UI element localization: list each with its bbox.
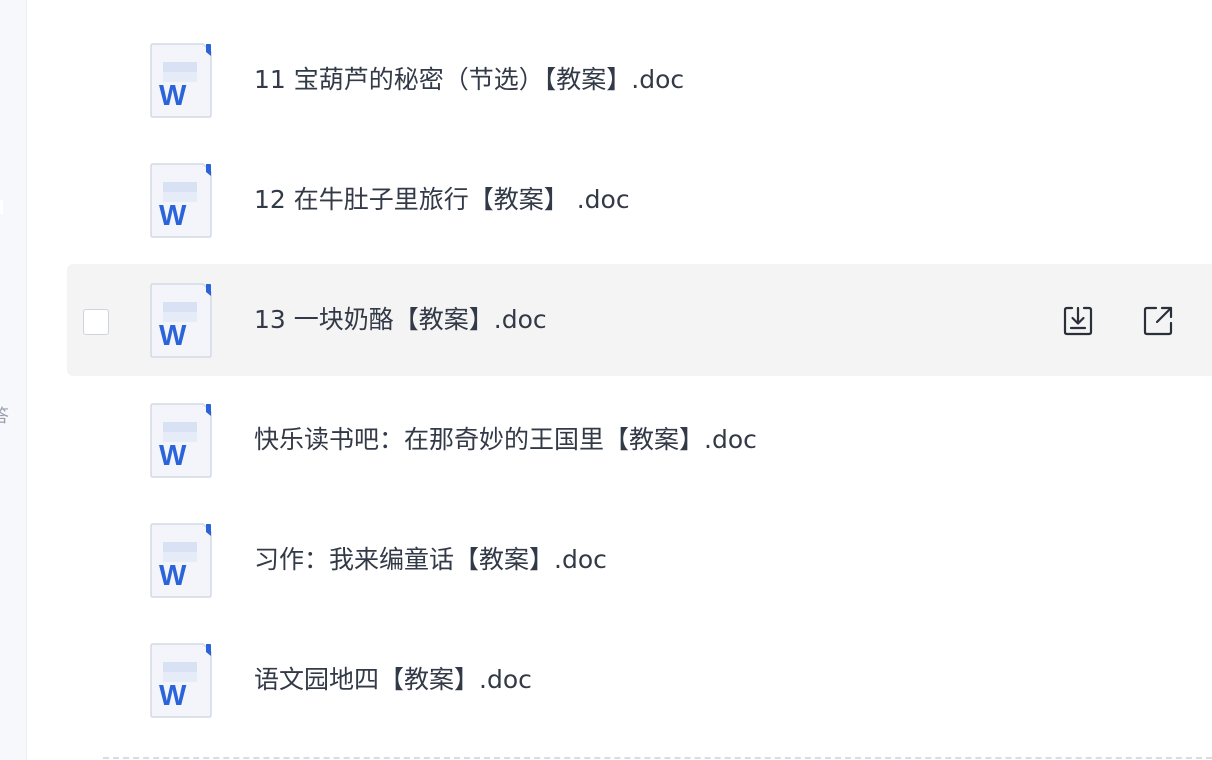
file-row[interactable]: W 11 宝葫芦的秘密（节选）【教案】.doc	[67, 24, 1212, 136]
file-row[interactable]: W 13 一块奶酪【教案】.doc	[67, 264, 1212, 376]
file-name[interactable]: 快乐读书吧：在那奇妙的王国里【教案】.doc	[254, 422, 757, 458]
svg-text:W: W	[159, 680, 187, 712]
svg-text:W: W	[159, 200, 187, 232]
sidebar-marker	[0, 200, 3, 214]
file-name[interactable]: 语文园地四【教案】.doc	[254, 662, 532, 698]
file-list: W 11 宝葫芦的秘密（节选）【教案】.doc W 12 在牛肚子里旅行【教案】 .d…	[67, 24, 1212, 744]
file-row[interactable]: W 12 在牛肚子里旅行【教案】 .doc	[67, 144, 1212, 256]
word-doc-icon: W	[149, 282, 213, 358]
file-row[interactable]: W 语文园地四【教案】.doc	[67, 624, 1212, 736]
svg-text:W: W	[159, 320, 187, 352]
file-name[interactable]: 12 在牛肚子里旅行【教案】 .doc	[254, 182, 630, 218]
svg-text:W: W	[159, 560, 187, 592]
file-name[interactable]: 11 宝葫芦的秘密（节选）【教案】.doc	[254, 62, 684, 98]
download-icon[interactable]	[1061, 304, 1095, 338]
svg-text:W: W	[159, 440, 187, 472]
file-name[interactable]: 习作：我来编童话【教案】.doc	[254, 542, 607, 578]
file-name[interactable]: 13 一块奶酪【教案】.doc	[254, 302, 547, 338]
word-doc-icon: W	[149, 162, 213, 238]
file-list-page: 答 W 11 宝葫芦的秘密（节选）【教案】.doc W 12 在牛肚子里旅行【教案】 …	[0, 0, 1212, 760]
word-doc-icon: W	[149, 642, 213, 718]
list-divider	[103, 757, 1212, 759]
file-row[interactable]: W 快乐读书吧：在那奇妙的王国里【教案】.doc	[67, 384, 1212, 496]
sidebar-partial-label: 答	[0, 402, 9, 428]
word-doc-icon: W	[149, 402, 213, 478]
word-doc-icon: W	[149, 42, 213, 118]
word-doc-icon: W	[149, 522, 213, 598]
svg-text:W: W	[159, 80, 187, 112]
file-row[interactable]: W 习作：我来编童话【教案】.doc	[67, 504, 1212, 616]
open-external-icon[interactable]	[1141, 304, 1175, 338]
left-sidebar: 答	[0, 0, 27, 760]
file-checkbox[interactable]	[83, 309, 109, 335]
